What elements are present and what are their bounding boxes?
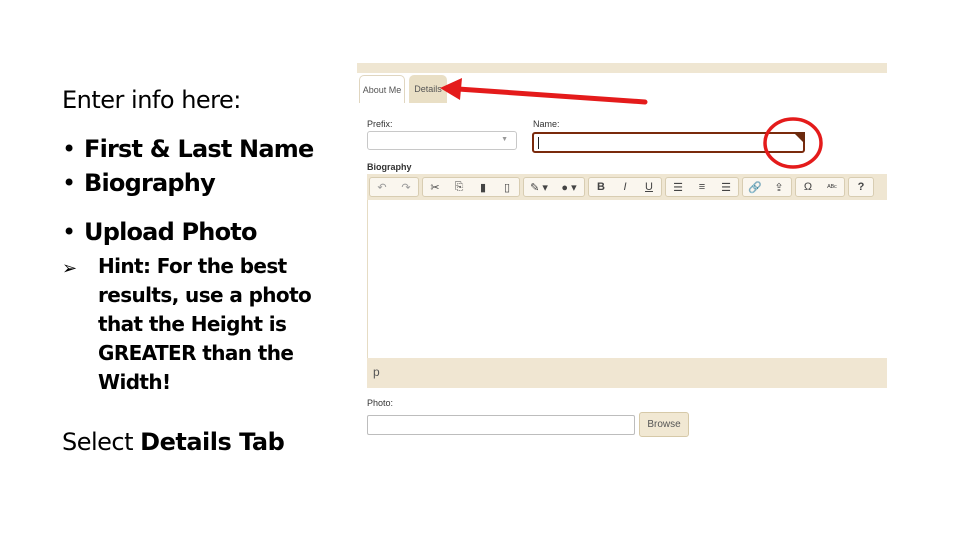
- hint: ➢ Hint: For the best results, use a phot…: [62, 252, 318, 397]
- copy-icon[interactable]: ⎘: [447, 178, 471, 196]
- toolbar-group-tools: Ω ᴬᴮᶜ: [795, 177, 845, 197]
- select-target: Details Tab: [140, 428, 285, 456]
- toolbar-group-history: ↶ ↷: [369, 177, 419, 197]
- toolbar-group-colors: ✎ ▾ ● ▾: [523, 177, 585, 197]
- text-color-icon[interactable]: ✎ ▾: [524, 178, 554, 196]
- bullet-biography: • Biography: [62, 166, 313, 200]
- align-right-icon[interactable]: ☰: [714, 178, 738, 196]
- profile-form: About Me Details Prefix: ▼ Name: Biograp…: [357, 63, 887, 443]
- biography-editor[interactable]: [367, 200, 887, 358]
- background-color-icon[interactable]: ● ▾: [554, 178, 584, 196]
- text-cursor: [538, 137, 539, 149]
- prefix-label: Prefix:: [367, 119, 393, 129]
- align-center-icon[interactable]: ≡: [690, 178, 714, 196]
- photo-file-input[interactable]: [367, 415, 635, 435]
- editor-toolbar: ↶ ↷ ✂ ⎘ ▮ ▯ ✎ ▾ ● ▾ B I U ☰ ≡ ☰ 🔗 ⇪ Ω ᴬᴮ…: [367, 174, 887, 200]
- photo-label: Photo:: [367, 398, 394, 408]
- upload-icon[interactable]: ⇪: [767, 178, 791, 196]
- hint-text: Hint: For the best results, use a photo …: [98, 254, 312, 394]
- toolbar-group-insert: 🔗 ⇪: [742, 177, 792, 197]
- hint-arrow-icon: ➢: [62, 258, 77, 279]
- biography-label: Biography: [367, 162, 412, 172]
- toolbar-group-help: ?: [848, 177, 874, 197]
- toolbar-group-clipboard: ✂ ⎘ ▮ ▯: [422, 177, 520, 197]
- select-prefix: Select: [62, 428, 141, 456]
- name-label: Name:: [533, 119, 560, 129]
- underline-icon[interactable]: U: [637, 178, 661, 196]
- spellcheck-icon[interactable]: ᴬᴮᶜ: [820, 178, 844, 196]
- browse-button[interactable]: Browse: [639, 412, 689, 437]
- editor-path-bar: p: [367, 358, 887, 388]
- name-input[interactable]: [532, 132, 805, 153]
- chevron-down-icon: ▼: [501, 136, 508, 143]
- tab-about-me[interactable]: About Me: [359, 75, 405, 103]
- instructions-heading: Enter info here:: [62, 86, 241, 114]
- bullet-upload-photo: • Upload Photo: [62, 218, 257, 246]
- bullet-glyph: •: [62, 218, 76, 246]
- undo-icon[interactable]: ↶: [370, 178, 394, 196]
- required-indicator-icon: [793, 132, 805, 144]
- italic-icon[interactable]: I: [613, 178, 637, 196]
- prefix-select[interactable]: ▼: [367, 131, 517, 150]
- link-icon[interactable]: 🔗: [743, 178, 767, 196]
- bullet-glyph: •: [62, 169, 76, 197]
- paste-icon[interactable]: ▮: [471, 178, 495, 196]
- tab-details[interactable]: Details: [409, 75, 447, 103]
- help-icon[interactable]: ?: [849, 178, 873, 196]
- bullet-name: • First & Last Name: [62, 132, 314, 166]
- instructions-list: • First & Last Name • Biography: [62, 132, 314, 200]
- align-left-icon[interactable]: ☰: [666, 178, 690, 196]
- cut-icon[interactable]: ✂: [423, 178, 447, 196]
- special-character-icon[interactable]: Ω: [796, 178, 820, 196]
- toolbar-group-format: B I U: [588, 177, 662, 197]
- bullet-text: Biography: [84, 169, 216, 197]
- paste-text-icon[interactable]: ▯: [495, 178, 519, 196]
- select-details-instruction: Select Details Tab: [62, 428, 285, 456]
- redo-icon[interactable]: ↷: [394, 178, 418, 196]
- bullet-glyph: •: [62, 135, 76, 163]
- toolbar-group-align: ☰ ≡ ☰: [665, 177, 739, 197]
- form-top-bar: [357, 63, 887, 73]
- bullet-text: First & Last Name: [84, 135, 314, 163]
- bullet-text: Upload Photo: [84, 218, 257, 246]
- bold-icon[interactable]: B: [589, 178, 613, 196]
